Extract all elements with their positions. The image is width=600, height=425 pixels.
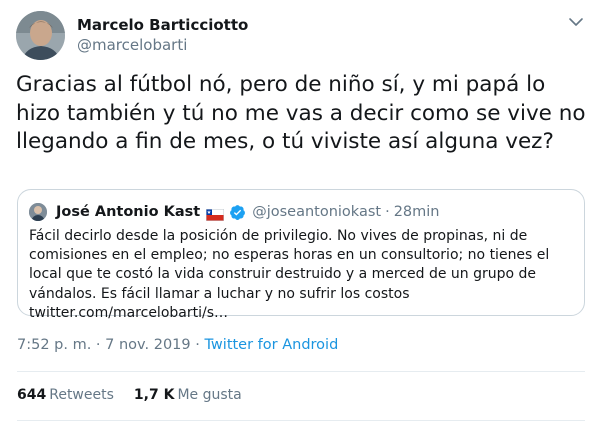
divider — [17, 420, 585, 421]
tweet-time[interactable]: 7:52 p. m. — [17, 337, 91, 353]
quoted-author-handle: @joseantoniokast — [252, 204, 382, 220]
tweet-text: Gracias al fútbol nó, pero de niño sí, y… — [16, 72, 586, 154]
quoted-author-name: José Antonio Kast — [56, 204, 201, 220]
verified-badge-icon — [229, 204, 246, 221]
chile-flag-icon — [206, 206, 225, 221]
tweet-source-link[interactable]: Twitter for Android — [204, 337, 338, 353]
meta-separator: · — [190, 337, 205, 353]
author-info: Marcelo Barticciotto @marcelobarti — [77, 15, 248, 55]
tweet-stats: 644 Retweets 1,7 K Me gusta — [17, 387, 242, 403]
meta-separator: · — [91, 337, 106, 353]
likes-label: Me gusta — [177, 387, 242, 403]
author-avatar[interactable] — [16, 11, 65, 60]
retweets-label: Retweets — [49, 387, 114, 403]
retweets-count: 644 — [17, 387, 47, 403]
tweet-date[interactable]: 7 nov. 2019 — [105, 337, 190, 353]
chevron-down-icon[interactable] — [566, 14, 586, 30]
quoted-separator: · — [385, 204, 390, 220]
tweet-card: Marcelo Barticciotto @marcelobarti Graci… — [0, 0, 600, 425]
quoted-author-avatar — [29, 203, 47, 221]
author-handle[interactable]: @marcelobarti — [77, 35, 248, 55]
quoted-tweet-header: José Antonio Kast @joseantoniokast · 28m… — [29, 202, 439, 222]
quoted-tweet-text: Fácil decirlo desde la posición de privi… — [29, 228, 550, 321]
tweet-metadata: 7:52 p. m. · 7 nov. 2019 · Twitter for A… — [17, 337, 338, 353]
author-name[interactable]: Marcelo Barticciotto — [77, 15, 248, 35]
retweets-stat[interactable]: 644 Retweets — [17, 387, 114, 403]
quoted-tweet[interactable]: José Antonio Kast @joseantoniokast · 28m… — [17, 189, 585, 321]
likes-count: 1,7 K — [133, 387, 175, 403]
divider — [17, 371, 585, 372]
likes-stat[interactable]: 1,7 K Me gusta — [134, 387, 242, 403]
quoted-timestamp[interactable]: 28min — [394, 204, 440, 220]
